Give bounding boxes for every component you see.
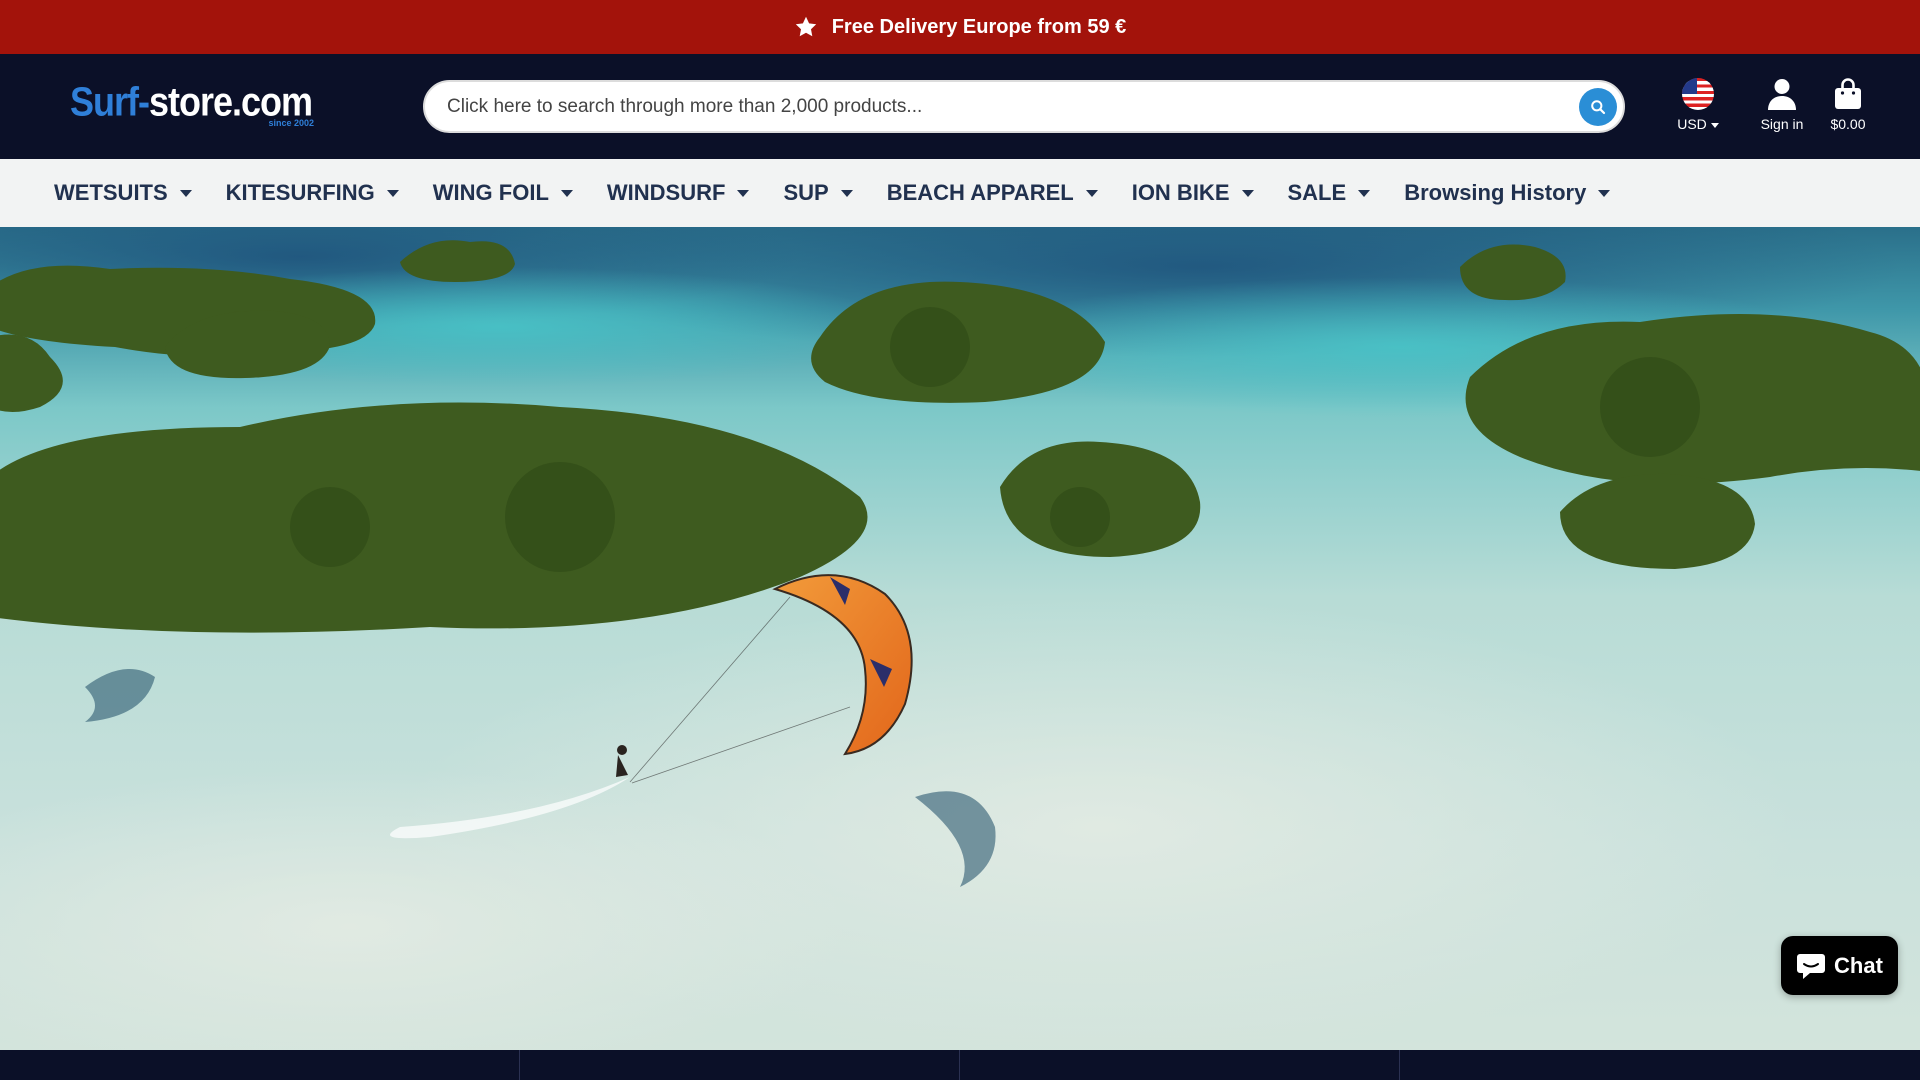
nav-label: WINDSURF (606, 180, 726, 205)
logo-part-surf: Surf- (70, 78, 150, 125)
currency-label: USD (1677, 116, 1707, 132)
sign-in-label: Sign in (1760, 116, 1804, 132)
search-input[interactable] (445, 86, 1525, 127)
bottom-bar-segment (520, 1050, 960, 1080)
chevron-down-icon (840, 189, 853, 197)
chevron-down-icon (560, 189, 573, 197)
caret-down-icon (1710, 122, 1719, 128)
chat-bubble-icon (1797, 953, 1826, 979)
hero-banner[interactable] (0, 227, 1920, 1050)
shopping-bag-icon (1835, 78, 1861, 109)
nav-item-sale[interactable]: SALE (1288, 180, 1371, 206)
nav-label: Browsing History (1404, 180, 1587, 205)
chat-label: Chat (1834, 952, 1883, 978)
chat-button[interactable]: Chat (1781, 936, 1898, 995)
main-navigation: WETSUITS KITESURFING WING FOIL WINDSURF … (0, 159, 1920, 227)
chevron-down-icon (1598, 189, 1611, 197)
bottom-bar-segment (960, 1050, 1400, 1080)
star-icon (795, 16, 816, 37)
nav-item-kitesurfing[interactable]: KITESURFING (226, 180, 399, 206)
nav-item-windsurf[interactable]: WINDSURF (607, 180, 750, 206)
site-header: Surf-store.com since 2002 USD Sign in (0, 54, 1920, 159)
bottom-bar (0, 1050, 1920, 1080)
logo-since: since 2002 (268, 118, 314, 128)
hero-kitesurf-image (0, 227, 1920, 1050)
cart-total: $0.00 (1830, 116, 1866, 132)
nav-item-sup[interactable]: SUP (783, 180, 853, 206)
currency-selector[interactable]: USD (1670, 78, 1726, 140)
nav-item-wetsuits[interactable]: WETSUITS (54, 180, 192, 206)
nav-item-ion-bike[interactable]: ION BIKE (1132, 180, 1254, 206)
chevron-down-icon (386, 189, 399, 197)
nav-label: SALE (1287, 180, 1347, 205)
chevron-down-icon (1241, 189, 1254, 197)
cart-link[interactable]: $0.00 (1818, 78, 1878, 140)
bottom-bar-segment (0, 1050, 520, 1080)
logo-wordmark: Surf-store.com (70, 78, 320, 125)
nav-label: KITESURFING (225, 180, 375, 205)
nav-item-browsing-history[interactable]: Browsing History (1404, 180, 1611, 206)
search-button[interactable] (1579, 88, 1617, 126)
sign-in-link[interactable]: Sign in (1742, 78, 1822, 140)
announcement-bar: Free Delivery Europe from 59 € (0, 0, 1920, 54)
chevron-down-icon (179, 189, 192, 197)
user-icon (1768, 79, 1796, 110)
nav-label: ION BIKE (1131, 180, 1230, 205)
nav-label: WETSUITS (54, 180, 168, 205)
chevron-down-icon (737, 189, 750, 197)
us-flag-icon (1682, 78, 1714, 110)
nav-item-beach-apparel[interactable]: BEACH APPAREL (887, 180, 1098, 206)
announcement-text: Free Delivery Europe from 59 € (831, 15, 1127, 38)
chevron-down-icon (1085, 189, 1098, 197)
nav-item-wing-foil[interactable]: WING FOIL (433, 180, 573, 206)
site-logo[interactable]: Surf-store.com since 2002 (70, 78, 320, 130)
nav-label: SUP (783, 180, 829, 205)
nav-label: BEACH APPAREL (886, 180, 1074, 205)
nav-label: WING FOIL (432, 180, 549, 205)
search-bar (423, 80, 1625, 133)
search-icon (1591, 100, 1606, 115)
chevron-down-icon (1358, 189, 1371, 197)
